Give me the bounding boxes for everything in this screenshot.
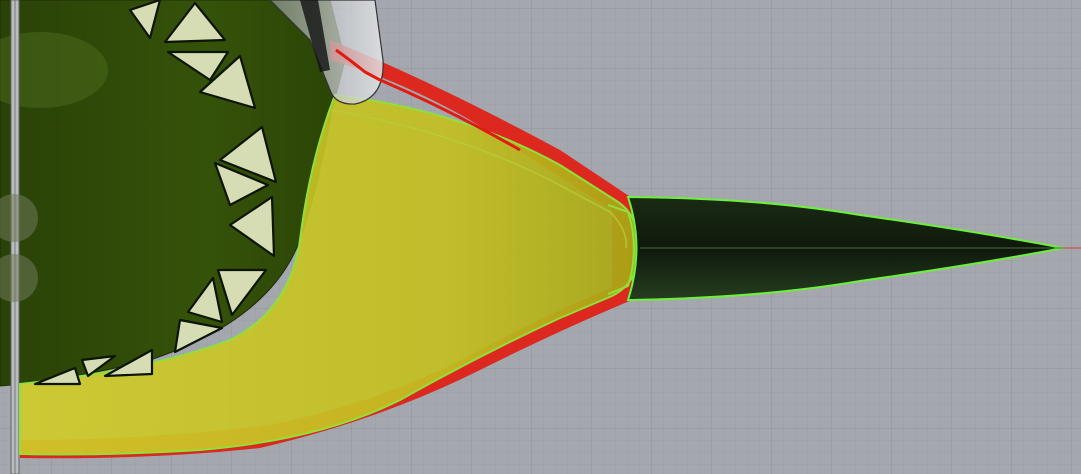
viewport-canvas[interactable]	[0, 0, 1081, 474]
cad-viewport[interactable]	[0, 0, 1081, 474]
